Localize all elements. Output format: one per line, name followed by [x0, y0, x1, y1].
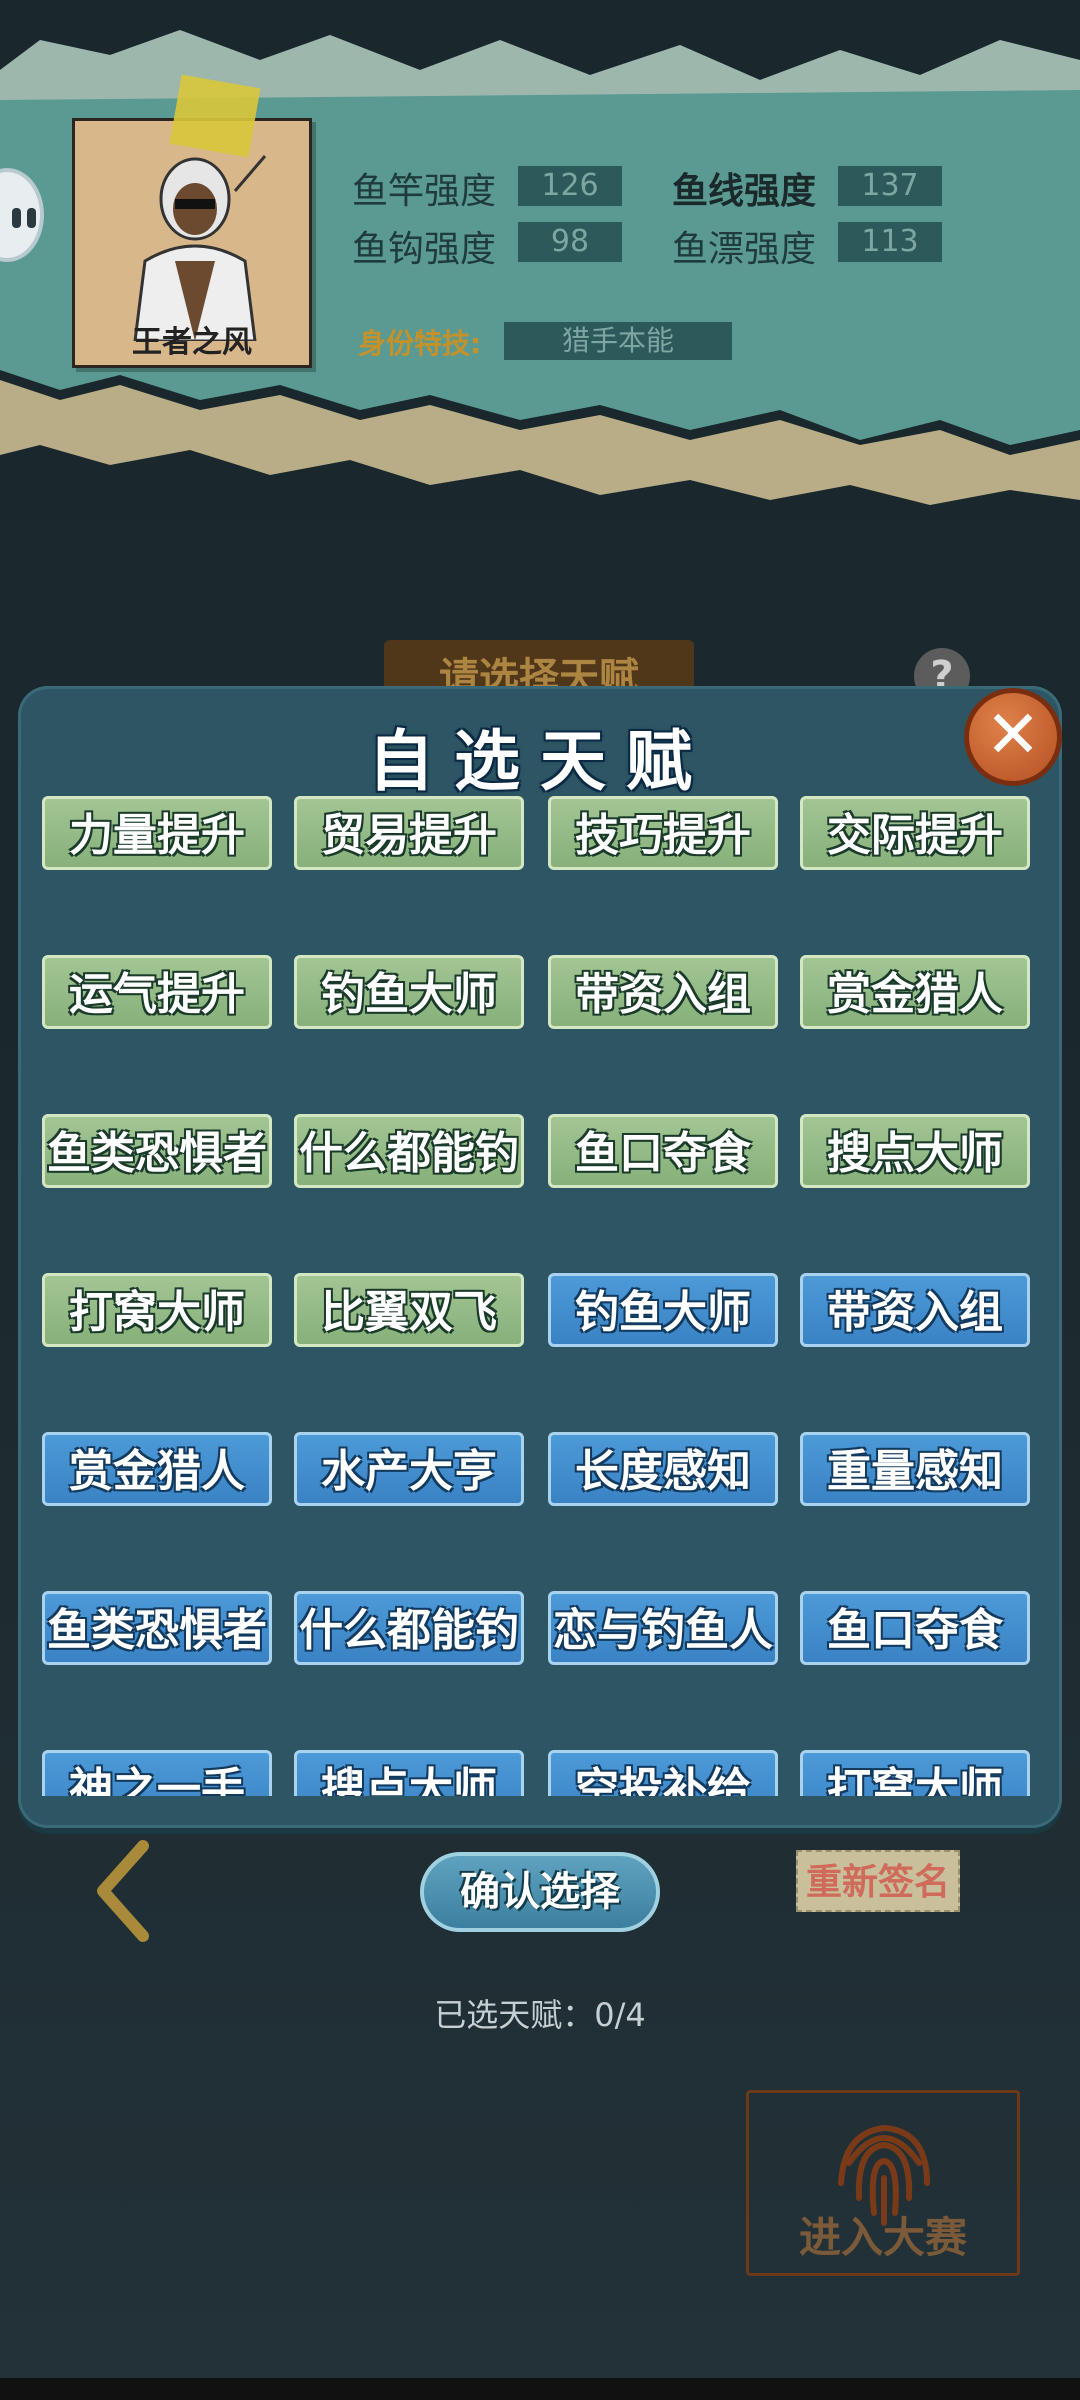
talent-option[interactable]: 什么都能钓	[294, 1114, 524, 1188]
identity-skill-value: 猎手本能	[504, 322, 732, 360]
hook-strength-value: 98	[518, 222, 622, 262]
float-strength-label: 鱼漂强度	[672, 229, 817, 270]
line-strength-value: 137	[838, 166, 942, 206]
float-strength-value: 113	[838, 222, 942, 262]
talent-option[interactable]: 鱼口夺食	[548, 1114, 778, 1188]
talent-option[interactable]: 技巧提升	[548, 796, 778, 870]
talent-grid: 力量提升 贸易提升 技巧提升 交际提升 运气提升 钓鱼大师 带资入组 赏金猎人 鱼类恐惧者 什么都…	[42, 796, 1054, 1796]
talent-option[interactable]: 力量提升	[42, 796, 272, 870]
talent-option[interactable]: 带资入组	[800, 1273, 1030, 1347]
tape-decoration	[169, 74, 261, 158]
angler-avatar-image	[133, 155, 267, 341]
talent-option[interactable]: 神之一手	[42, 1750, 272, 1796]
talent-option[interactable]: 恋与钓鱼人	[548, 1591, 778, 1665]
rod-strength-value: 126	[518, 166, 622, 206]
player-avatar-card[interactable]: 王者之风	[72, 74, 312, 368]
talent-option[interactable]: 贸易提升	[294, 796, 524, 870]
talent-option[interactable]: 比翼双飞	[294, 1273, 524, 1347]
talent-option[interactable]: 搜点大师	[800, 1114, 1030, 1188]
selected-talent-count: 已选天赋：0/4	[434, 1996, 646, 2034]
talent-option[interactable]: 钓鱼大师	[548, 1273, 778, 1347]
re-sign-button[interactable]: 重新签名	[796, 1850, 960, 1912]
talent-option[interactable]: 搜点大师	[294, 1750, 524, 1796]
custom-talent-modal: 自选天赋 力量提升 贸易提升 技巧提升 交际提升 运气提升 钓鱼大师 带资入组 赏金猎人 鱼类恐…	[18, 686, 1062, 1828]
talent-option[interactable]: 重量感知	[800, 1432, 1030, 1506]
talent-option[interactable]: 鱼类恐惧者	[42, 1591, 272, 1665]
player-name: 王者之风	[132, 325, 252, 360]
talent-option[interactable]: 打窝大师	[800, 1750, 1030, 1796]
hook-strength-label: 鱼钩强度	[352, 229, 497, 270]
talent-option[interactable]: 带资入组	[548, 955, 778, 1029]
previous-arrow-icon[interactable]	[88, 1836, 158, 1946]
identity-skill-label: 身份特技:	[358, 327, 482, 360]
talent-option[interactable]: 钓鱼大师	[294, 955, 524, 1029]
talent-option[interactable]: 什么都能钓	[294, 1591, 524, 1665]
enter-competition-button[interactable]: 进入大赛	[746, 2090, 1020, 2276]
modal-title: 自选天赋	[368, 723, 712, 800]
confirm-selection-button[interactable]: 确认选择	[420, 1852, 660, 1932]
talent-option[interactable]: 长度感知	[548, 1432, 778, 1506]
talent-option[interactable]: 赏金猎人	[800, 955, 1030, 1029]
close-icon: ✕	[985, 696, 1041, 773]
enter-competition-label: 进入大赛	[798, 2213, 967, 2262]
bottom-strip	[0, 2378, 1080, 2400]
talent-option[interactable]: 鱼类恐惧者	[42, 1114, 272, 1188]
line-strength-label: 鱼线强度	[672, 171, 817, 212]
talent-option[interactable]: 打窝大师	[42, 1273, 272, 1347]
talent-option[interactable]: 空投补给	[548, 1750, 778, 1796]
talent-option[interactable]: 水产大亨	[294, 1432, 524, 1506]
talent-option[interactable]: 赏金猎人	[42, 1432, 272, 1506]
rod-strength-label: 鱼竿强度	[352, 171, 497, 212]
close-button[interactable]: ✕	[964, 688, 1062, 786]
talent-option[interactable]: 交际提升	[800, 796, 1030, 870]
talent-option[interactable]: 运气提升	[42, 955, 272, 1029]
talent-option[interactable]: 鱼口夺食	[800, 1591, 1030, 1665]
